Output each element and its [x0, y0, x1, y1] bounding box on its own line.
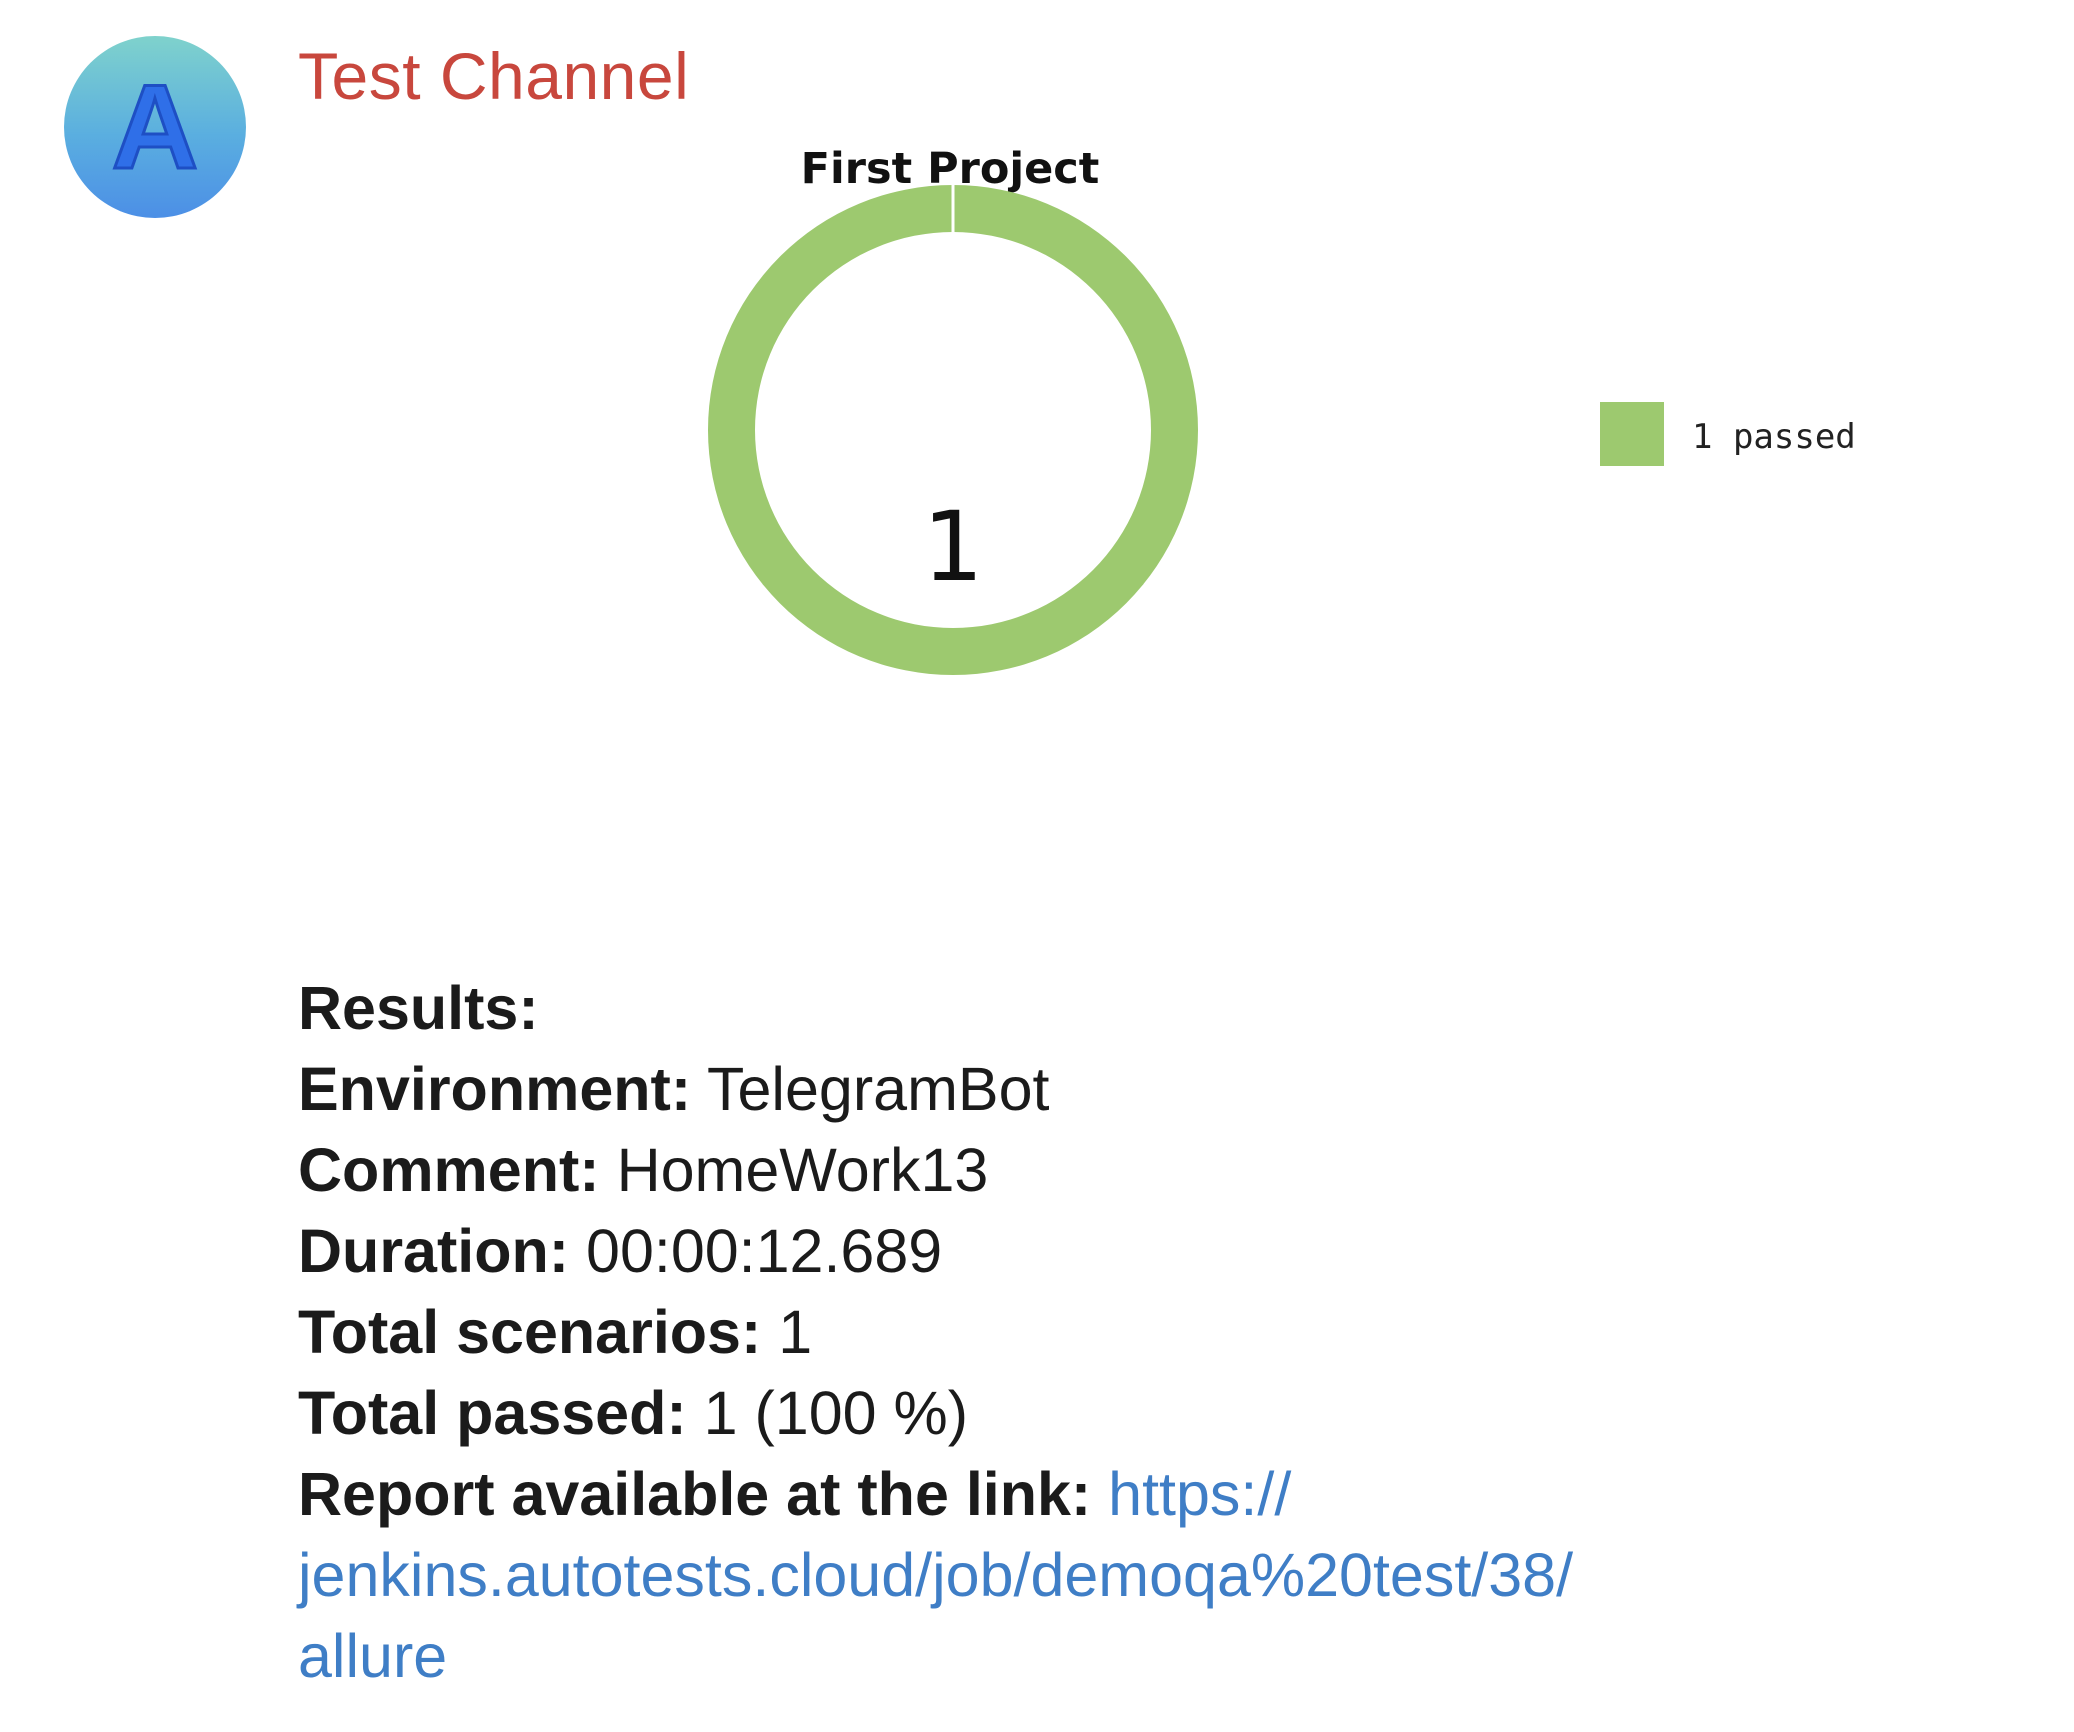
environment-row: Environment: TelegramBot — [298, 1049, 2018, 1130]
chart-image[interactable]: First Project 1 1 passed — [560, 130, 1960, 910]
environment-value: TelegramBot — [707, 1055, 1050, 1123]
duration-value: 00:00:12.689 — [586, 1217, 943, 1285]
report-link-part-3[interactable]: allure — [298, 1616, 2018, 1697]
environment-label: Environment: — [298, 1055, 692, 1123]
total-passed-value: 1 (100 %) — [703, 1379, 969, 1447]
report-link-part-2[interactable]: jenkins.autotests.cloud/job/demoqa%20tes… — [298, 1535, 2018, 1616]
report-label: Report available at the link: — [298, 1460, 1092, 1528]
avatar-letter-icon: A — [110, 59, 200, 196]
comment-label: Comment: — [298, 1136, 600, 1204]
duration-label: Duration: — [298, 1217, 570, 1285]
legend: 1 passed — [1600, 402, 1856, 466]
legend-label: 1 passed — [1692, 417, 1856, 457]
total-scenarios-row: Total scenarios: 1 — [298, 1292, 2018, 1373]
message-text: Results: Environment: TelegramBot Commen… — [298, 968, 2018, 1697]
total-passed-label: Total passed: — [298, 1379, 687, 1447]
report-link-part-1[interactable]: https:// — [1108, 1460, 1291, 1528]
results-heading: Results: — [298, 974, 539, 1042]
total-scenarios-label: Total scenarios: — [298, 1298, 762, 1366]
comment-value: HomeWork13 — [616, 1136, 989, 1204]
channel-name[interactable]: Test Channel — [298, 38, 689, 114]
legend-swatch — [1600, 402, 1664, 466]
center-total-label: 1 — [922, 491, 983, 603]
total-scenarios-value: 1 — [778, 1298, 813, 1366]
donut-chart: First Project 1 1 passed — [708, 144, 1856, 675]
comment-row: Comment: HomeWork13 — [298, 1130, 2018, 1211]
avatar-letter: A — [112, 60, 199, 194]
channel-avatar[interactable]: A — [64, 36, 246, 218]
total-passed-row: Total passed: 1 (100 %) — [298, 1373, 2018, 1454]
report-row: Report available at the link: https:// — [298, 1454, 2018, 1535]
duration-row: Duration: 00:00:12.689 — [298, 1211, 2018, 1292]
